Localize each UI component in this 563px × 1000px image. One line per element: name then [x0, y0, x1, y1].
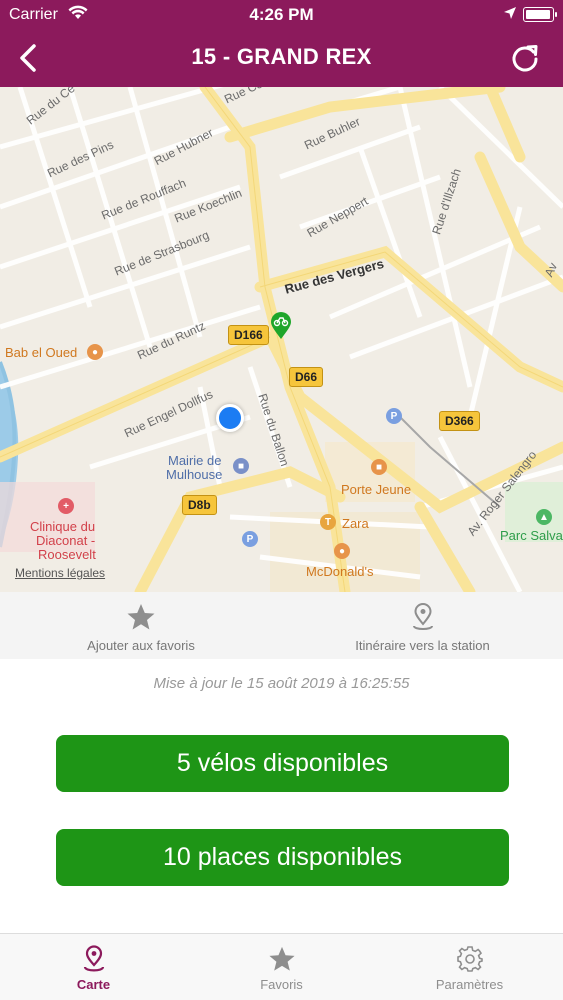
poi-label: Bab el Oued	[5, 345, 78, 360]
nav-bar: 15 - GRAND REX	[0, 30, 563, 87]
page-title: 15 - GRAND REX	[191, 44, 372, 69]
park-icon: ▲	[536, 509, 552, 525]
map-view[interactable]: Rue du Ce Rue Co Rue des Pins Rue Hubner…	[0, 87, 563, 592]
tab-bar: Carte Favoris Paramètres	[0, 933, 563, 1000]
town-hall-icon: ■	[233, 458, 249, 474]
location-arrow-icon	[503, 6, 517, 25]
status-bar: Carrier 4:26 PM	[0, 0, 563, 30]
available-bikes-button[interactable]: 5 vélos disponibles	[56, 735, 509, 792]
gear-icon	[456, 946, 483, 972]
tab-parametres-label: Paramètres	[435, 977, 504, 992]
star-icon	[127, 604, 155, 630]
poi-label: Parc Salva	[500, 528, 563, 543]
available-places-button[interactable]: 10 places disponibles	[56, 829, 509, 886]
poi-label: Diaconat -	[36, 533, 96, 548]
poi-label: Zara	[342, 516, 369, 531]
battery-icon	[523, 7, 557, 22]
tab-favoris[interactable]: Favoris	[188, 934, 375, 1000]
poi-label: McDonald's	[306, 564, 374, 579]
last-update-text: Mise à jour le 15 août 2019 à 16:25:55	[153, 675, 410, 692]
status-time: 4:26 PM	[249, 5, 314, 24]
route-badge: D166	[228, 325, 269, 345]
user-location-dot	[216, 404, 244, 432]
route-badge: D66	[289, 367, 324, 387]
route-badge: D8b	[182, 495, 217, 515]
poi-label: Mairie de	[168, 453, 222, 468]
refresh-button[interactable]	[509, 42, 541, 74]
poi-label: Clinique du	[30, 519, 96, 534]
poi-label: Roosevelt	[38, 547, 96, 562]
tab-carte-label: Carte	[76, 977, 111, 992]
refresh-icon	[512, 45, 538, 72]
add-favorite-label: Ajouter aux favoris	[87, 638, 195, 653]
route-to-station-label: Itinéraire vers la station	[355, 638, 490, 653]
route-to-station-button[interactable]: Itinéraire vers la station	[320, 592, 525, 659]
parking-icon: P	[386, 408, 402, 424]
chevron-left-icon	[20, 44, 36, 72]
restaurant-icon: ●	[334, 543, 350, 559]
star-icon	[268, 946, 295, 971]
station-actions: Ajouter aux favoris Itinéraire vers la s…	[0, 592, 563, 659]
legal-notice-link[interactable]: Mentions légales	[15, 566, 105, 580]
tab-parametres[interactable]: Paramètres	[376, 934, 563, 1000]
shopping-icon: ■	[371, 459, 387, 475]
poi-label: Porte Jeune	[341, 482, 412, 497]
map-pin-icon	[83, 945, 104, 972]
clothing-icon: T	[320, 514, 336, 530]
parking-icon: P	[242, 531, 258, 547]
route-badge: D366	[439, 411, 480, 431]
poi-label: Mulhouse	[166, 467, 223, 482]
hospital-icon: +	[58, 498, 74, 514]
app-header: Carrier 4:26 PM 15 - GRAND REX	[0, 0, 563, 87]
tab-carte[interactable]: Carte	[0, 934, 187, 1000]
back-button[interactable]	[12, 40, 48, 76]
location-pin-icon	[412, 603, 433, 630]
tab-favoris-label: Favoris	[260, 977, 303, 992]
add-favorite-button[interactable]: Ajouter aux favoris	[40, 592, 242, 659]
restaurant-icon: ●	[87, 344, 103, 360]
